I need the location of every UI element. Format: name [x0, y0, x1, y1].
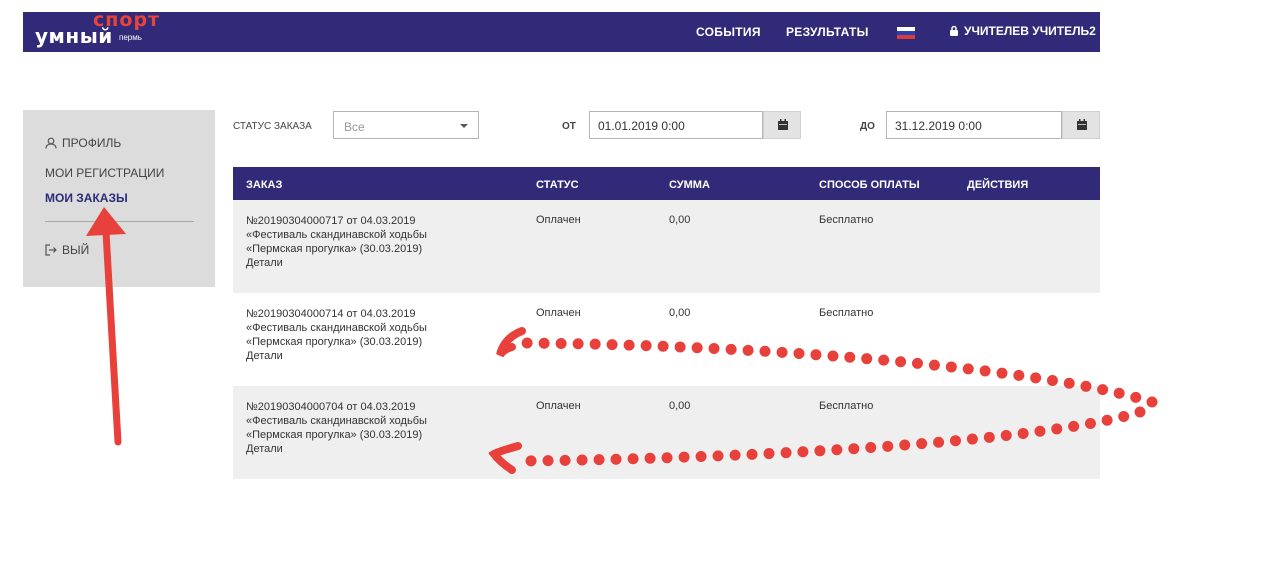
table-row: №20190304000704 от 04.03.2019 «Фестиваль…: [233, 386, 1100, 479]
order-status: Оплачен: [536, 400, 581, 412]
logo-city-text: пермь: [119, 33, 142, 42]
order-number: №20190304000714 от 04.03.2019: [246, 308, 416, 320]
order-cell: №20190304000704 от 04.03.2019 «Фестиваль…: [246, 400, 427, 456]
order-event-name: «Фестиваль скандинавской ходьбы: [246, 322, 427, 334]
order-cell: №20190304000714 от 04.03.2019 «Фестиваль…: [246, 307, 427, 363]
order-status: Оплачен: [536, 214, 581, 226]
order-details-link[interactable]: Детали: [246, 442, 427, 456]
order-event-subtitle: «Пермская прогулка» (30.03.2019): [246, 243, 423, 255]
orders-table-header: ЗАКАЗ СТАТУС СУММА СПОСОБ ОПЛАТЫ ДЕЙСТВИ…: [233, 167, 1100, 200]
order-details-link[interactable]: Детали: [246, 349, 427, 363]
sidebar-item-profile[interactable]: ПРОФИЛЬ: [45, 136, 121, 150]
order-number: №20190304000717 от 04.03.2019: [246, 215, 416, 227]
sidebar-item-label: ВЫЙ: [62, 243, 90, 257]
sidebar-item-label: МОИ ЗАКАЗЫ: [45, 191, 128, 205]
sidebar-item-label: ПРОФИЛЬ: [62, 136, 122, 150]
logo-sport-text: спорт: [93, 9, 161, 31]
order-event-name: «Фестиваль скандинавской ходьбы: [246, 415, 427, 427]
logout-icon: [45, 244, 57, 256]
date-to-calendar-button[interactable]: [1062, 111, 1100, 139]
user-icon: [45, 137, 57, 149]
account-sidebar: ПРОФИЛЬ МОИ РЕГИСТРАЦИИ МОИ ЗАКАЗЫ ВЫЙ: [23, 110, 215, 287]
order-status: Оплачен: [536, 307, 581, 319]
order-status-select[interactable]: Все: [333, 111, 479, 139]
order-event-name: «Фестиваль скандинавской ходьбы: [246, 229, 427, 241]
column-header-status: СТАТУС: [536, 179, 579, 191]
order-payment-method: Бесплатно: [819, 400, 874, 412]
nav-events-link[interactable]: СОБЫТИЯ: [696, 25, 761, 39]
order-payment-method: Бесплатно: [819, 307, 874, 319]
date-from-value: 01.01.2019 0:00: [598, 119, 685, 133]
chevron-down-icon: [460, 124, 468, 128]
order-event-subtitle: «Пермская прогулка» (30.03.2019): [246, 336, 423, 348]
date-from-input[interactable]: 01.01.2019 0:00: [589, 111, 763, 139]
date-from-label: от: [562, 121, 576, 132]
date-from-calendar-button[interactable]: [763, 111, 801, 139]
sidebar-item-registrations[interactable]: МОИ РЕГИСТРАЦИИ: [45, 166, 164, 180]
column-header-order: ЗАКАЗ: [246, 179, 283, 191]
calendar-icon: [778, 119, 788, 130]
lock-icon: [950, 25, 958, 36]
date-to-label: до: [860, 121, 875, 132]
date-to-value: 31.12.2019 0:00: [895, 119, 982, 133]
column-header-sum: СУММА: [669, 179, 710, 191]
order-number: №20190304000704 от 04.03.2019: [246, 401, 416, 413]
table-row: №20190304000714 от 04.03.2019 «Фестиваль…: [233, 293, 1100, 386]
order-status-label: СТАТУС ЗАКАЗА: [233, 121, 312, 132]
order-details-link[interactable]: Детали: [246, 256, 427, 270]
order-payment-method: Бесплатно: [819, 214, 874, 226]
column-header-payment: СПОСОБ ОПЛАТЫ: [819, 179, 920, 191]
russia-flag-icon[interactable]: [897, 27, 915, 39]
calendar-icon: [1077, 119, 1087, 130]
sidebar-item-logout[interactable]: ВЫЙ: [45, 243, 89, 257]
order-cell: №20190304000717 от 04.03.2019 «Фестиваль…: [246, 214, 427, 270]
date-to-input[interactable]: 31.12.2019 0:00: [886, 111, 1062, 139]
top-navigation-bar: умный спорт пермь СОБЫТИЯ РЕЗУЛЬТАТЫ УЧИ…: [23, 9, 1100, 52]
user-name: УЧИТЕЛЕВ УЧИТЕЛЬ2: [964, 24, 1096, 38]
column-header-actions: ДЕЙСТВИЯ: [967, 179, 1029, 191]
table-row: №20190304000717 от 04.03.2019 «Фестиваль…: [233, 200, 1100, 293]
sidebar-item-orders[interactable]: МОИ ЗАКАЗЫ: [45, 191, 128, 205]
nav-results-link[interactable]: РЕЗУЛЬТАТЫ: [786, 25, 869, 39]
order-event-subtitle: «Пермская прогулка» (30.03.2019): [246, 429, 423, 441]
order-sum: 0,00: [669, 307, 691, 319]
order-status-value: Все: [344, 120, 365, 134]
order-sum: 0,00: [669, 214, 691, 226]
sidebar-item-label: МОИ РЕГИСТРАЦИИ: [45, 166, 165, 180]
user-menu[interactable]: УЧИТЕЛЕВ УЧИТЕЛЬ2: [949, 24, 1096, 38]
sidebar-divider: [45, 221, 194, 222]
order-sum: 0,00: [669, 400, 691, 412]
